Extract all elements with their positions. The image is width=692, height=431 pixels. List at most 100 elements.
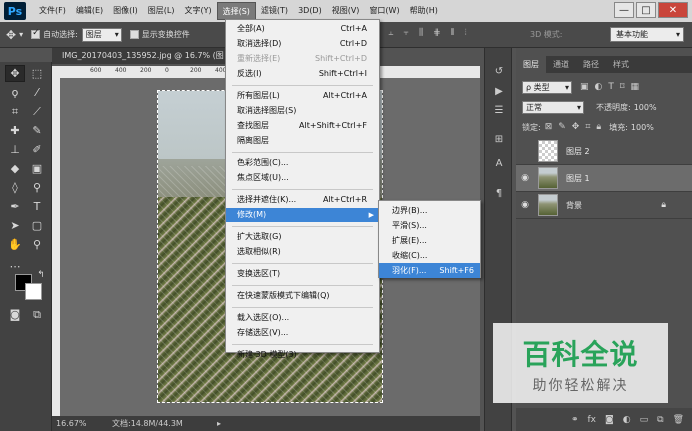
lock-paint-icon[interactable]: ✎: [558, 122, 566, 132]
marquee-tool-icon[interactable]: ⬚: [27, 65, 47, 82]
select-menu-item-16[interactable]: 载入选区(O)...: [226, 311, 379, 325]
shape-filter-icon[interactable]: ⌑: [620, 82, 625, 92]
hand-tool-icon[interactable]: ✋: [5, 236, 25, 253]
select-menu-item-3[interactable]: 反选(I) Shift+Ctrl+I: [226, 67, 379, 81]
select-menu-item-14[interactable]: 变换选区(T): [226, 267, 379, 281]
background-color-swatch[interactable]: [25, 283, 42, 300]
healing-brush-tool-icon[interactable]: ✚: [5, 122, 25, 139]
lock-transparent-icon[interactable]: ⊠: [545, 122, 553, 132]
tab-layers[interactable]: 图层: [516, 56, 546, 73]
pen-tool-icon[interactable]: ✒: [5, 198, 25, 215]
eraser-tool-icon[interactable]: ◆: [5, 160, 25, 177]
select-menu-item-4[interactable]: 所有图层(L) Alt+Ctrl+A: [226, 89, 379, 103]
screen-mode-icon[interactable]: ⧉: [27, 306, 47, 323]
brush-tool-icon[interactable]: ✎: [27, 122, 47, 139]
path-select-tool-icon[interactable]: ➤: [5, 217, 25, 234]
align-top-icon[interactable]: ⫠: [388, 28, 393, 38]
menu-item-10[interactable]: 帮助(H): [405, 2, 443, 20]
delete-layer-icon[interactable]: 🗑︎: [673, 415, 684, 425]
move-tool-icon[interactable]: ✥: [6, 28, 16, 42]
menu-item-8[interactable]: 视图(V): [327, 2, 365, 20]
pixel-filter-icon[interactable]: ▣: [580, 82, 589, 92]
more-tools-icon[interactable]: ⋯: [5, 258, 25, 275]
menu-item-7[interactable]: 3D(D): [293, 2, 327, 20]
layer-row[interactable]: 图层 2: [516, 138, 692, 165]
quick-mask-icon[interactable]: ◙: [5, 306, 25, 323]
tab-paths[interactable]: 路径: [576, 56, 606, 73]
layer-style-icon[interactable]: fx: [588, 415, 597, 425]
layer-thumbnail[interactable]: [538, 194, 558, 216]
menu-item-3[interactable]: 图层(L): [143, 2, 180, 20]
layer-thumbnail[interactable]: [538, 140, 558, 162]
modify-submenu-item-0[interactable]: 边界(B)...: [379, 203, 480, 218]
select-menu-item-0[interactable]: 全部(A) Ctrl+A: [226, 22, 379, 36]
menu-item-2[interactable]: 图像(I): [108, 2, 143, 20]
character-panel-icon[interactable]: A: [491, 158, 507, 172]
status-menu-arrow-icon[interactable]: ▸: [217, 416, 221, 431]
workspace-select[interactable]: 基本功能: [610, 27, 684, 42]
layer-name[interactable]: 图层 1: [566, 173, 590, 184]
adjustment-layer-icon[interactable]: ◐: [623, 415, 631, 425]
menu-item-1[interactable]: 编辑(E): [71, 2, 108, 20]
tab-channels[interactable]: 通道: [546, 56, 576, 73]
select-menu-item-1[interactable]: 取消选择(D) Ctrl+D: [226, 37, 379, 51]
adjustment-filter-icon[interactable]: ◐: [595, 82, 603, 92]
lock-artboard-icon[interactable]: ⌗: [585, 122, 590, 132]
menu-item-6[interactable]: 滤镜(T): [256, 2, 293, 20]
magic-wand-tool-icon[interactable]: ⁄: [27, 84, 47, 101]
type-tool-icon[interactable]: T: [27, 198, 47, 215]
close-button[interactable]: ✕: [658, 2, 688, 18]
auto-select-checkbox[interactable]: [31, 28, 41, 39]
text-filter-icon[interactable]: T: [608, 82, 614, 92]
lasso-tool-icon[interactable]: ϙ: [5, 84, 25, 101]
opacity-value[interactable]: 100%: [634, 103, 657, 112]
auto-align-icon[interactable]: ⦙: [465, 28, 467, 38]
select-menu-item-5[interactable]: 取消选择图层(S): [226, 104, 379, 118]
zoom-level[interactable]: 16.67%: [56, 419, 87, 428]
select-menu-item-9[interactable]: 焦点区域(U)...: [226, 171, 379, 185]
swap-colors-icon[interactable]: ↰: [31, 266, 51, 283]
select-menu-item-7[interactable]: 隔离图层: [226, 134, 379, 148]
select-menu-item-8[interactable]: 色彩范围(C)...: [226, 156, 379, 170]
distribute-v-icon[interactable]: ⦀: [451, 28, 455, 38]
layer-thumbnail[interactable]: [538, 167, 558, 189]
select-menu-item-6[interactable]: 查找图层 Alt+Shift+Ctrl+F: [226, 119, 379, 133]
layer-row[interactable]: ◉ 背景 🔒︎: [516, 192, 692, 219]
menu-item-5[interactable]: 选择(S): [216, 2, 256, 20]
properties-panel-icon[interactable]: ☰: [491, 105, 507, 119]
crop-tool-icon[interactable]: ⌗: [5, 103, 25, 120]
maximize-button[interactable]: □: [636, 2, 656, 18]
blend-mode-select[interactable]: 正常: [522, 100, 584, 114]
paragraph-panel-icon[interactable]: ¶: [491, 188, 507, 202]
show-transform-checkbox[interactable]: [129, 30, 139, 39]
link-layers-icon[interactable]: ⚭: [571, 415, 579, 425]
layer-row[interactable]: ◉ 图层 1: [516, 165, 692, 192]
gradient-tool-icon[interactable]: ▣: [27, 160, 47, 177]
lock-all-icon[interactable]: 🔒︎: [596, 122, 601, 132]
modify-submenu-item-2[interactable]: 扩展(E)...: [379, 233, 480, 248]
document-tab[interactable]: IMG_20170403_135952.jpg @ 16.7% (图层: [52, 48, 227, 76]
new-group-icon[interactable]: ▭: [640, 415, 649, 425]
blur-tool-icon[interactable]: ◊: [5, 179, 25, 196]
history-panel-icon[interactable]: ↺: [491, 66, 507, 80]
visibility-eye-icon[interactable]: ◉: [516, 173, 534, 183]
clone-stamp-tool-icon[interactable]: ⊥: [5, 141, 25, 158]
auto-select-target-select[interactable]: 图层: [81, 27, 122, 42]
add-mask-icon[interactable]: ◙: [605, 415, 614, 425]
actions-panel-icon[interactable]: ▶: [491, 86, 507, 100]
modify-submenu-item-4[interactable]: 羽化(F)... Shift+F6: [379, 263, 480, 278]
layer-name[interactable]: 图层 2: [566, 146, 590, 157]
select-menu-item-13[interactable]: 选取相似(R): [226, 245, 379, 259]
distribute-h-icon[interactable]: ⋕: [433, 28, 441, 38]
layer-name[interactable]: 背景: [566, 200, 582, 211]
select-menu-item-10[interactable]: 选择并遮住(K)... Alt+Ctrl+R: [226, 193, 379, 207]
select-menu-item-12[interactable]: 扩大选取(G): [226, 230, 379, 244]
select-menu-item-18[interactable]: 新建 3D 模型(3): [226, 348, 379, 362]
eyedropper-tool-icon[interactable]: ⟋: [27, 103, 47, 120]
smart-filter-icon[interactable]: ▦: [631, 82, 640, 92]
minimize-button[interactable]: —: [614, 2, 634, 18]
tool-preset-chevron-icon[interactable]: ▾: [19, 30, 23, 39]
paths-panel-icon[interactable]: ⊞: [491, 134, 507, 148]
tab-styles[interactable]: 样式: [606, 56, 636, 73]
select-menu-item-15[interactable]: 在快速蒙版模式下编辑(Q): [226, 289, 379, 303]
